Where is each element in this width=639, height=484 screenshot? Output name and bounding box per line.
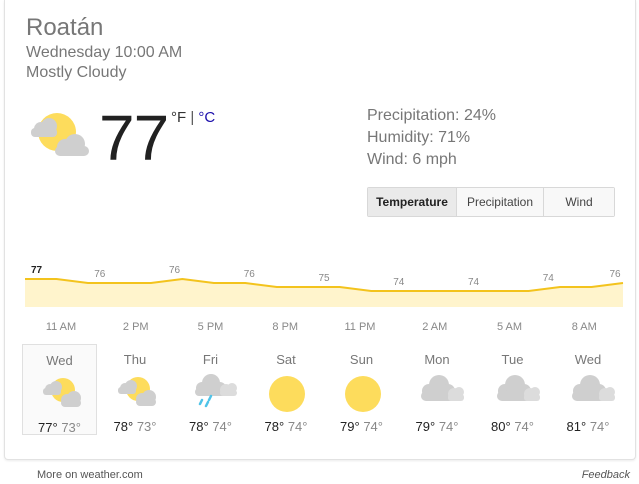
weather-com-link[interactable]: More on weather.com (37, 469, 143, 481)
forecast-high: 79° (415, 419, 436, 434)
chart-tick-label: 2 AM (422, 321, 447, 333)
chart-tick-label: 2 PM (123, 321, 149, 333)
forecast-low: 73° (136, 419, 157, 434)
forecast-day-fri[interactable]: Fri 78° 74° (173, 344, 248, 435)
chart-tick-label: 5 AM (497, 321, 522, 333)
forecast-day-thu[interactable]: Thu 78° 73° (98, 344, 173, 435)
forecast-high: 80° (491, 419, 511, 434)
forecast-low: 74° (589, 419, 610, 434)
forecast-low: 74° (438, 419, 459, 434)
cloudy-icon (418, 374, 464, 413)
forecast-high: 78° (189, 419, 209, 434)
forecast-temps: 78° 73° (98, 419, 173, 434)
forecast-high: 78° (264, 419, 285, 434)
cloudy-icon (569, 374, 615, 413)
tab-precipitation[interactable]: Precipitation (457, 188, 544, 216)
chart-tick-label: 8 AM (572, 321, 597, 333)
forecast-high: 81° (566, 419, 587, 434)
forecast-high: 77° (38, 420, 58, 435)
forecast-high: 79° (340, 419, 360, 434)
chart-data-label: 74 (393, 277, 405, 288)
chart-data-label: 75 (318, 273, 330, 284)
chart-tick-label: 11 AM (46, 321, 76, 333)
tab-wind[interactable]: Wind (544, 188, 614, 216)
current-temperature: 77 (99, 102, 169, 174)
wind-stat: Wind: 6 mph (367, 151, 457, 168)
forecast-low: 74° (363, 419, 383, 434)
forecast-temps: 78° 74° (249, 419, 324, 434)
chart-tick-label: 5 PM (198, 321, 224, 333)
chart-data-label: 74 (543, 273, 555, 284)
forecast-low: 73° (61, 420, 81, 435)
chart-tabs: Temperature Precipitation Wind (367, 187, 615, 217)
forecast-day-sat[interactable]: Sat 78° 74° (249, 344, 324, 435)
forecast-low: 74° (514, 419, 534, 434)
forecast-low: 74° (287, 419, 308, 434)
forecast-high: 78° (113, 419, 134, 434)
forecast-temps: 81° 74° (551, 419, 626, 434)
datetime-label: Wednesday 10:00 AM (26, 44, 183, 61)
chart-data-label: 76 (169, 265, 181, 276)
forecast-temps: 80° 74° (475, 419, 550, 434)
forecast-day-tue[interactable]: Tue 80° 74° (475, 344, 550, 435)
chart-data-label: 76 (609, 269, 621, 280)
forecast-day-name: Wed (574, 352, 602, 367)
forecast-day-mon[interactable]: Mon 79° 74° (400, 344, 475, 435)
fahrenheit-unit[interactable]: °F (171, 109, 186, 126)
chart-data-label: 74 (468, 277, 480, 288)
partly-cloudy-icon (27, 108, 91, 163)
forecast-day-wed-next[interactable]: Wed 81° 74° (551, 344, 626, 435)
forecast-temps: 79° 74° (400, 419, 475, 434)
forecast-day-name: Thu (123, 352, 147, 367)
tab-temperature[interactable]: Temperature (368, 188, 457, 216)
cloudy-icon (494, 374, 540, 413)
forecast-temps: 78° 74° (173, 419, 248, 434)
forecast-day-name: Tue (501, 352, 524, 367)
chart-data-label: 77 (31, 265, 43, 276)
rain-icon (192, 374, 238, 415)
chart-tick-label: 8 PM (272, 321, 298, 333)
forecast-low: 74° (212, 419, 232, 434)
forecast-day-sun[interactable]: Sun 79° 74° (324, 344, 399, 435)
precipitation-stat: Precipitation: 24% (367, 107, 496, 124)
partly-cloudy-icon (116, 374, 156, 413)
forecast-temps: 79° 74° (324, 419, 399, 434)
celsius-unit-link[interactable]: °C (198, 109, 215, 126)
weather-card: Roatán Wednesday 10:00 AM Mostly Cloudy … (4, 0, 636, 460)
forecast-day-wed[interactable]: Wed 77° 73° (22, 344, 97, 435)
feedback-link[interactable]: Feedback (582, 469, 630, 481)
forecast-day-name: Sat (276, 352, 296, 367)
humidity-stat: Humidity: 71% (367, 129, 471, 146)
condition-label: Mostly Cloudy (26, 64, 127, 81)
forecast-day-name: Wed (46, 353, 73, 368)
temperature-chart: 77 76 76 76 75 74 74 74 76 11 AM 2 PM 5 PM 8 PM 11 PM… (25, 265, 624, 333)
sun-icon (343, 374, 383, 419)
unit-toggle: °F | °C (171, 109, 215, 126)
forecast-day-name: Sun (349, 352, 374, 367)
chart-tick-label: 11 PM (345, 321, 376, 333)
partly-cloudy-icon (41, 375, 81, 414)
chart-data-label: 76 (244, 269, 256, 280)
unit-separator: | (186, 109, 199, 126)
forecast-day-name: Fri (202, 352, 219, 367)
location-title: Roatán (26, 14, 104, 41)
chart-data-label: 76 (94, 269, 106, 280)
sun-icon (267, 374, 307, 419)
forecast-day-name: Mon (424, 352, 450, 367)
forecast-temps: 77° 73° (23, 420, 96, 435)
